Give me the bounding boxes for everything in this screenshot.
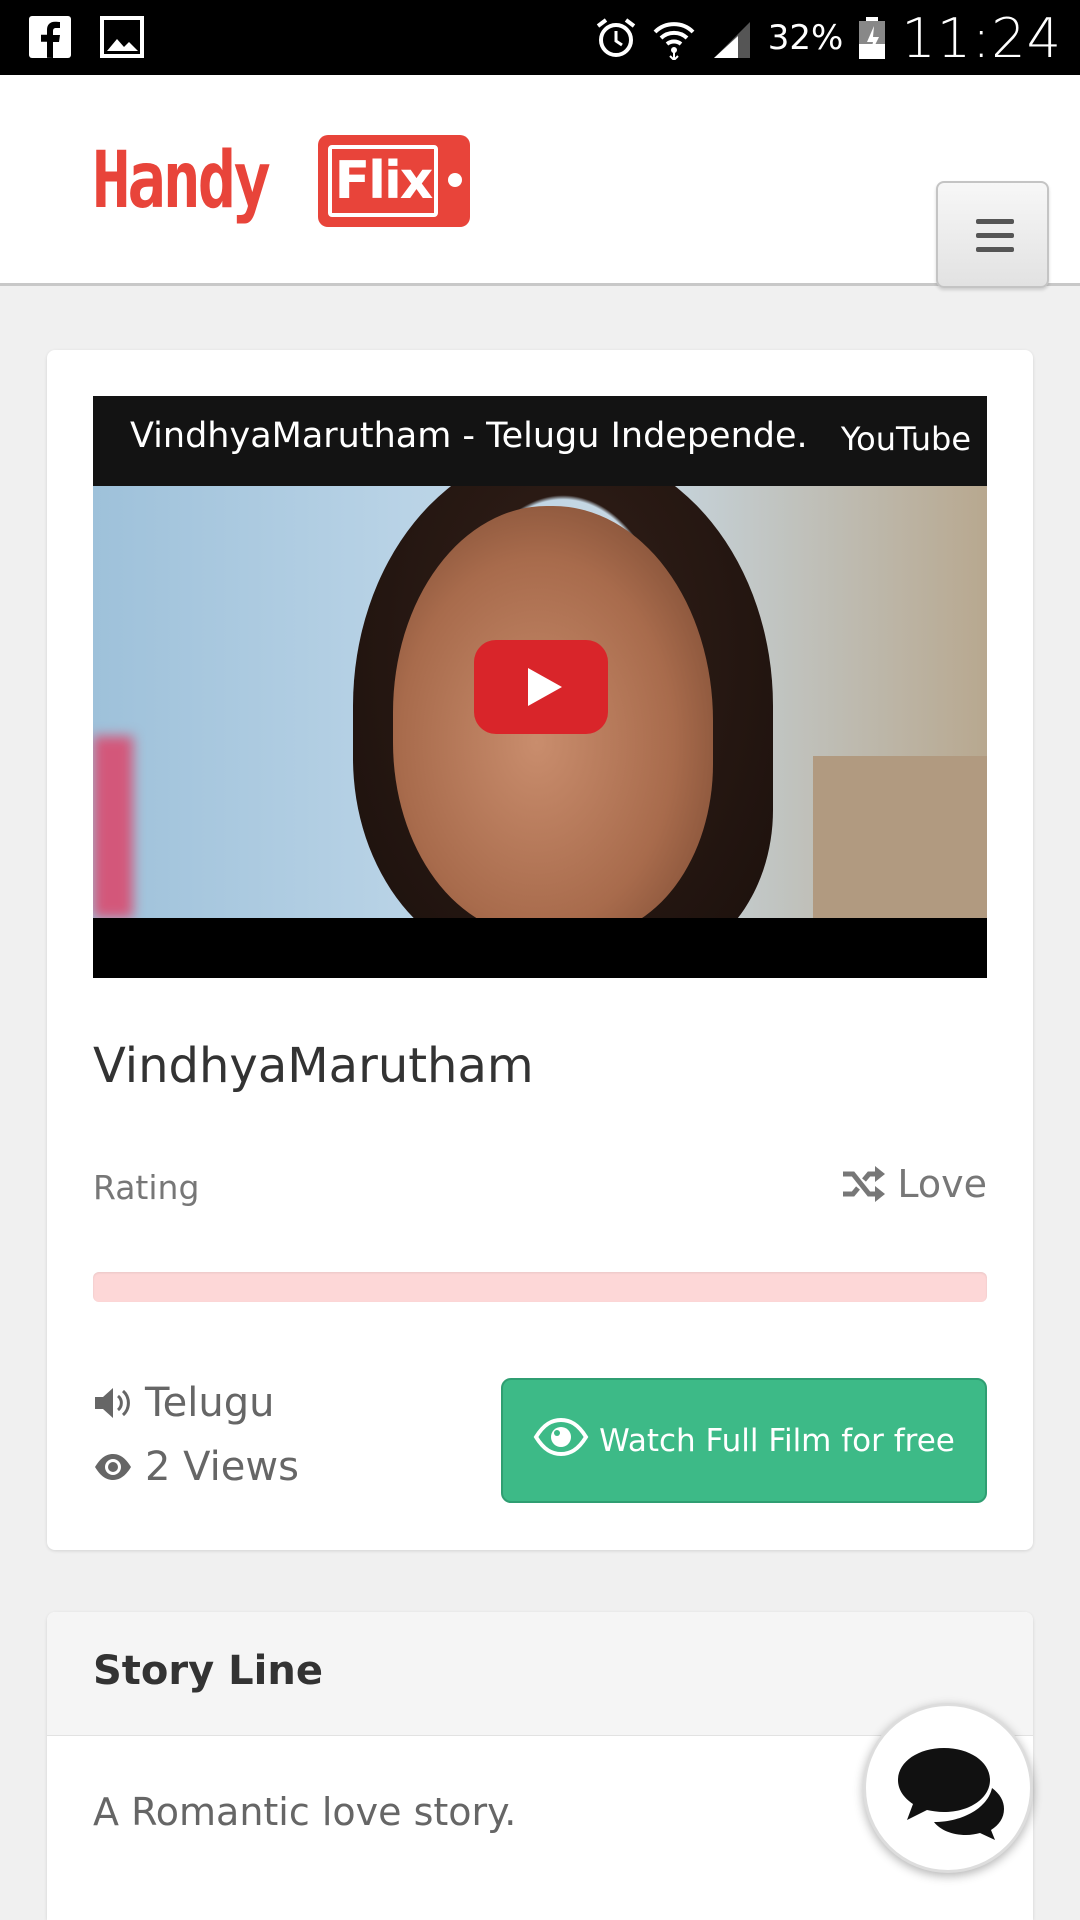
clock: 11:24 (901, 6, 1062, 70)
logo-dot (448, 173, 462, 187)
watch-button-label: Watch Full Film for free (599, 1422, 955, 1459)
chat-bubbles-icon (898, 1748, 1004, 1840)
logo-flix-box: Flix (318, 135, 470, 227)
views-label: 2 Views (145, 1444, 299, 1490)
language-label: Telugu (145, 1380, 275, 1426)
eye-icon (533, 1417, 589, 1456)
story-line-header: Story Line (47, 1612, 1033, 1736)
rating-progress-bar (93, 1272, 987, 1302)
alarm-icon (596, 18, 635, 57)
genre-tag: Love (841, 1162, 987, 1206)
video-title-bar: VindhyaMarutham - Telugu Independe... Yo… (93, 396, 987, 486)
battery-percent: 32% (767, 18, 844, 58)
language-info: Telugu (93, 1380, 274, 1426)
play-button[interactable] (474, 640, 608, 734)
menu-bar-icon (976, 219, 1014, 224)
video-title[interactable]: VindhyaMarutham - Telugu Independe... (130, 416, 810, 456)
volume-icon (95, 1388, 130, 1418)
menu-bar-icon (976, 233, 1014, 238)
wifi-icon (653, 22, 695, 60)
rating-label: Rating (93, 1168, 200, 1207)
film-card: VindhyaMarutham - Telugu Independe... Yo… (47, 350, 1033, 1550)
menu-bar-icon (976, 247, 1014, 252)
handyflix-logo[interactable]: Handy Flix (92, 135, 470, 227)
facebook-icon (29, 16, 71, 58)
navbar: Handy Flix (0, 75, 1080, 288)
play-icon (528, 668, 562, 706)
thumbnail-bg-shape (813, 756, 987, 918)
chat-button[interactable] (863, 1703, 1033, 1873)
logo-flix-text: Flix (328, 145, 438, 217)
image-icon (100, 16, 144, 58)
battery-icon (859, 17, 886, 59)
status-bar: 32% 11:24 (0, 0, 1080, 75)
views-info: 2 Views (93, 1444, 299, 1490)
youtube-embed[interactable]: VindhyaMarutham - Telugu Independe... Yo… (93, 396, 987, 978)
genre-label: Love (897, 1162, 987, 1206)
shuffle-icon (843, 1166, 886, 1202)
signal-icon (713, 22, 750, 58)
watch-full-film-button[interactable]: Watch Full Film for free (501, 1378, 987, 1503)
eye-icon (95, 1454, 131, 1480)
film-title: VindhyaMarutham (93, 1038, 534, 1094)
logo-handy-text: Handy (92, 136, 271, 226)
thumbnail-bg-shape (93, 736, 133, 918)
hamburger-menu-button[interactable] (936, 181, 1049, 288)
story-line-text: A Romantic love story. (93, 1790, 517, 1834)
story-line-heading: Story Line (93, 1648, 323, 1694)
youtube-link[interactable]: YouTube (841, 420, 971, 458)
